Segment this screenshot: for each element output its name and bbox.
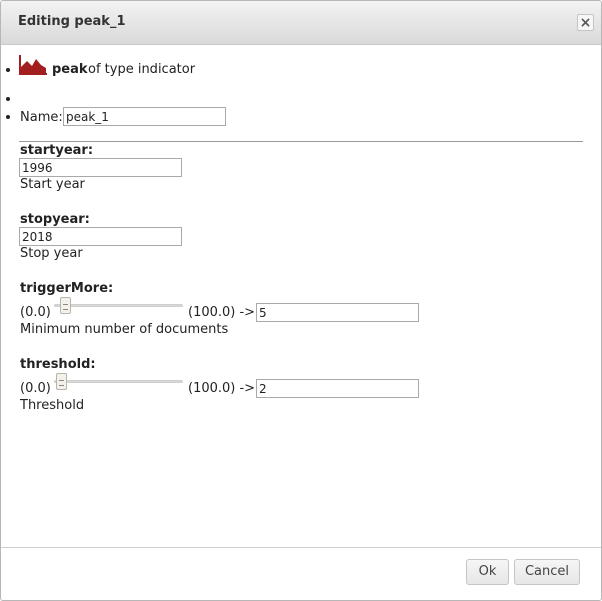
triggerMore-title: triggerMore:	[20, 281, 114, 296]
threshold-title: threshold:	[20, 357, 96, 372]
triggerMore-min-label: (0.0)	[20, 305, 51, 320]
dialog-titlebar[interactable]: Editing peak_1 ×	[1, 1, 601, 45]
threshold-slider-handle[interactable]	[56, 373, 68, 390]
name-input[interactable]	[63, 107, 226, 126]
stopyear-description: Stop year	[20, 246, 83, 261]
area-chart-icon	[19, 55, 47, 75]
threshold-min-label: (0.0)	[20, 381, 51, 396]
indicator-name: peak	[52, 62, 88, 77]
close-icon[interactable]: ×	[577, 14, 594, 31]
triggerMore-max-label: (100.0) ->	[188, 305, 256, 320]
list-bullet	[6, 97, 10, 101]
triggerMore-description: Minimum number of documents	[20, 322, 229, 337]
name-label: Name:	[20, 110, 63, 125]
triggerMore-slider-handle[interactable]	[59, 297, 71, 314]
dialog-title: Editing peak_1	[18, 14, 126, 29]
threshold-max-label: (100.0) ->	[188, 381, 256, 396]
stopyear-title: stopyear:	[20, 212, 90, 227]
footer-divider	[1, 547, 601, 548]
threshold-slider-track[interactable]	[54, 380, 183, 383]
divider	[19, 141, 583, 142]
list-bullet	[6, 68, 10, 72]
list-bullet	[6, 115, 10, 119]
cancel-button[interactable]: Cancel	[514, 559, 580, 585]
startyear-description: Start year	[20, 177, 85, 192]
indicator-type-text: of type indicator	[88, 62, 196, 77]
threshold-description: Threshold	[20, 398, 85, 413]
threshold-input[interactable]	[256, 379, 419, 398]
triggerMore-input[interactable]	[256, 303, 419, 322]
triggerMore-slider-track[interactable]	[54, 304, 183, 307]
startyear-input[interactable]	[19, 158, 182, 177]
ok-button[interactable]: Ok	[466, 559, 509, 585]
edit-dialog: Editing peak_1 × peak of type indicator …	[0, 0, 602, 601]
stopyear-input[interactable]	[19, 227, 182, 246]
startyear-title: startyear:	[20, 143, 94, 158]
